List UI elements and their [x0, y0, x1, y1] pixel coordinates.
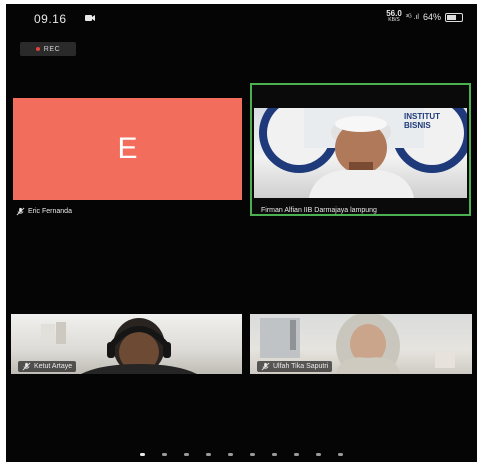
clock: 09.16 — [34, 12, 67, 26]
page-dot[interactable] — [250, 453, 255, 456]
page-dot[interactable] — [294, 453, 299, 456]
participant-name: Ulfah Tika Saputri — [273, 363, 329, 370]
avatar-letter: E — [117, 132, 138, 165]
meeting-screen: 09.16 56.0 KB/S ³ᴳ .ıl 64% REC E Eric Fe… — [6, 4, 477, 462]
page-dot[interactable] — [338, 453, 343, 456]
video-feed: INSTITUT BISNIS — [254, 108, 467, 198]
page-dot[interactable] — [162, 453, 167, 456]
participant-label-firman: Firman Alfian IIB Darmajaya lampung — [261, 207, 377, 214]
page-dot[interactable] — [272, 453, 277, 456]
participant-tile-firman[interactable]: INSTITUT BISNIS — [250, 83, 471, 216]
participant-name: Eric Fernanda — [28, 208, 72, 215]
battery-percent: 64% — [422, 12, 441, 22]
mic-muted-icon — [261, 362, 270, 371]
page-indicator[interactable] — [6, 453, 477, 456]
battery-level — [447, 14, 456, 20]
battery-icon — [445, 12, 463, 22]
page-dot[interactable] — [228, 453, 233, 456]
page-dot[interactable] — [184, 453, 189, 456]
network-speed: 56.0 KB/S — [386, 9, 402, 24]
signal-icon: ³ᴳ .ıl — [405, 13, 419, 21]
participant-tile-eric[interactable]: E — [13, 98, 242, 200]
status-bar: 09.16 56.0 KB/S ³ᴳ .ıl 64% — [6, 4, 477, 30]
page-dot[interactable] — [206, 453, 211, 456]
mic-muted-icon — [22, 362, 31, 371]
record-dot-icon — [35, 47, 40, 51]
page-dot[interactable] — [140, 453, 145, 456]
name-pill: Ketut Artaye — [18, 361, 77, 372]
institution-banner: INSTITUT BISNIS — [404, 112, 440, 130]
recording-badge[interactable]: REC — [20, 42, 76, 56]
name-pill: Ulfah Tika Saputri — [257, 361, 333, 372]
status-indicators: 56.0 KB/S ³ᴳ .ıl 64% — [386, 10, 463, 24]
participant-label-eric: Eric Fernanda — [16, 207, 72, 216]
video-camera-icon — [85, 15, 95, 21]
recording-label: REC — [43, 45, 61, 53]
page-dot[interactable] — [316, 453, 321, 456]
mic-muted-icon — [16, 207, 25, 216]
participant-name: Firman Alfian IIB Darmajaya lampung — [261, 207, 377, 214]
participant-label-ulfah: Ulfah Tika Saputri — [257, 361, 333, 372]
participant-label-ketut: Ketut Artaye — [18, 361, 77, 372]
participant-name: Ketut Artaye — [34, 363, 73, 370]
